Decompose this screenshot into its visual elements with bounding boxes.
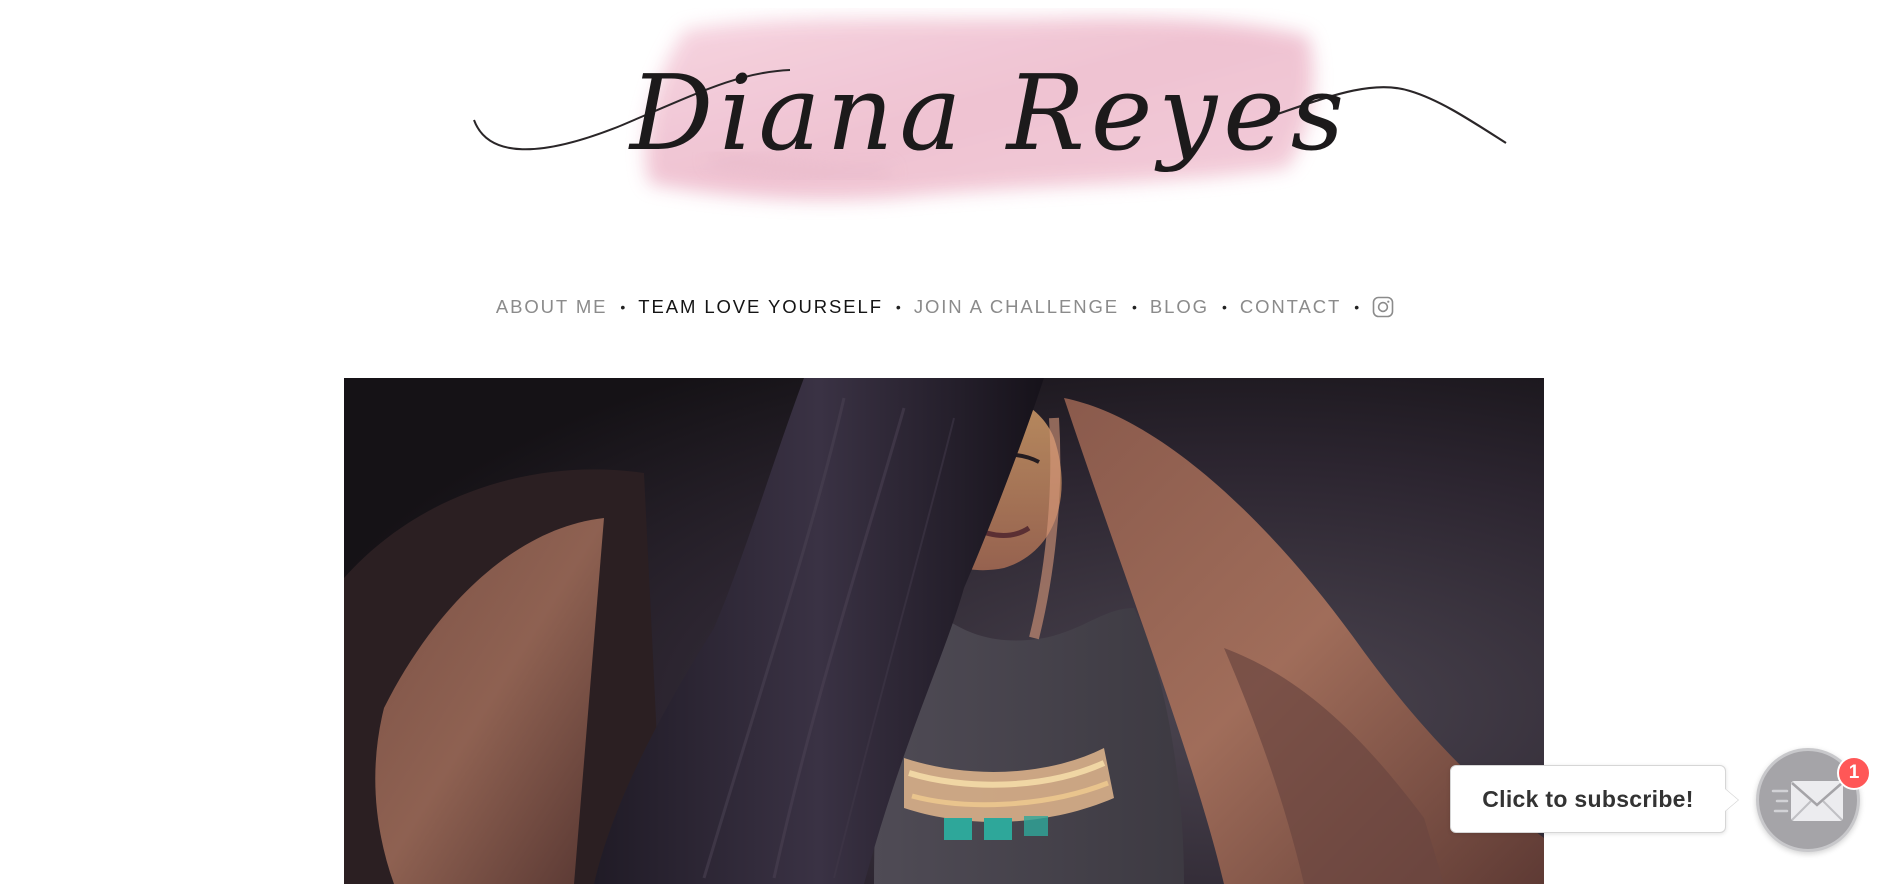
nav-separator: • — [620, 299, 626, 315]
logo-wordmark: Diana Reyes — [629, 52, 1351, 174]
nav-separator: • — [1354, 299, 1360, 315]
instagram-icon[interactable] — [1372, 296, 1394, 318]
nav-item-blog[interactable]: BLOG — [1150, 296, 1209, 318]
subscribe-prompt-text: Click to subscribe! — [1482, 785, 1694, 812]
main-navigation: ABOUT ME • TEAM LOVE YOURSELF • JOIN A C… — [0, 290, 1890, 324]
bubble-tail — [1725, 789, 1738, 811]
site-logo[interactable]: Diana Reyes — [470, 8, 1510, 248]
subscribe-prompt-bubble[interactable]: Click to subscribe! — [1450, 765, 1726, 833]
nav-item-contact[interactable]: CONTACT — [1240, 296, 1341, 318]
hero-photo — [344, 378, 1544, 884]
nav-item-join-a-challenge[interactable]: JOIN A CHALLENGE — [914, 296, 1119, 318]
nav-separator: • — [1221, 299, 1227, 315]
notification-badge: 1 — [1837, 756, 1871, 790]
nav-item-team-love-yourself[interactable]: TEAM LOVE YOURSELF — [638, 296, 883, 318]
envelope-icon — [1771, 781, 1843, 821]
nav-item-about-me[interactable]: ABOUT ME — [496, 296, 608, 318]
nav-separator: • — [1132, 299, 1137, 315]
nav-separator: • — [895, 299, 901, 315]
